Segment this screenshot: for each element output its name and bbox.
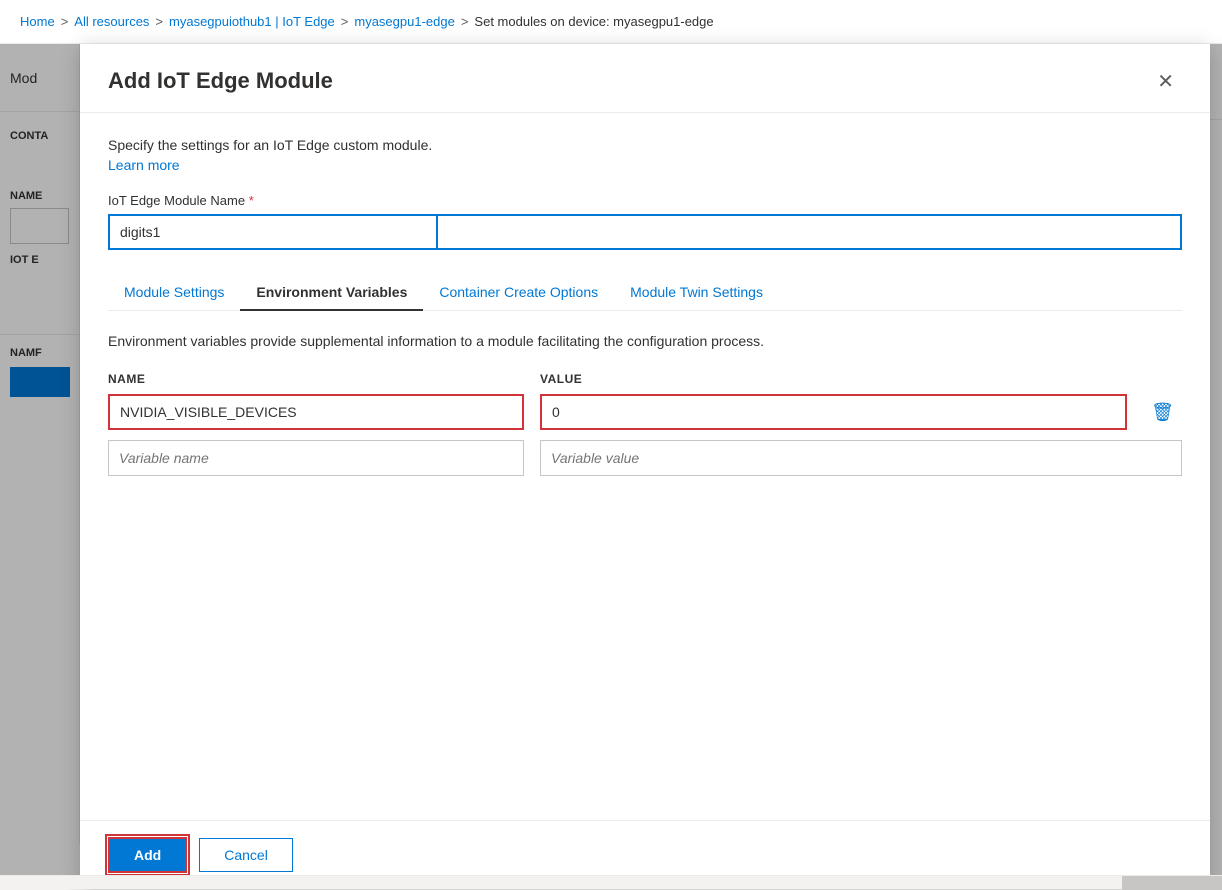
module-name-input[interactable] (108, 214, 438, 250)
env-value-input-1[interactable] (540, 394, 1127, 430)
breadcrumb-iothub[interactable]: myasegpuiothub1 | IoT Edge (169, 14, 335, 29)
breadcrumb-sep-3: > (341, 14, 349, 29)
env-value-column-header: VALUE (540, 372, 1182, 386)
breadcrumb-current: Set modules on device: myasegpu1-edge (474, 14, 713, 29)
env-row-2 (108, 440, 1182, 476)
env-row-1: 🗑 (108, 394, 1182, 430)
add-module-dialog: Add IoT Edge Module ✕ Specify the settin… (80, 44, 1210, 889)
env-name-column-header: NAME (108, 372, 524, 386)
add-button[interactable]: Add (108, 837, 187, 873)
tab-module-twin-settings[interactable]: Module Twin Settings (614, 274, 779, 310)
dialog-header: Add IoT Edge Module ✕ (80, 44, 1210, 113)
breadcrumb-home[interactable]: Home (20, 14, 55, 29)
tab-container-create-options[interactable]: Container Create Options (423, 274, 614, 310)
delete-icon: 🗑 (1151, 402, 1174, 423)
module-name-inputs (108, 214, 1182, 250)
dialog-title: Add IoT Edge Module (108, 68, 333, 94)
dialog-description: Specify the settings for an IoT Edge cus… (108, 137, 1182, 153)
breadcrumb-sep-4: > (461, 14, 469, 29)
learn-more-link[interactable]: Learn more (108, 157, 180, 173)
breadcrumb: Home > All resources > myasegpuiothub1 |… (0, 0, 1222, 44)
module-name-label: IoT Edge Module Name * (108, 193, 1182, 208)
breadcrumb-device[interactable]: myasegpu1-edge (354, 14, 454, 29)
env-vars-description: Environment variables provide supplement… (108, 331, 1182, 352)
tab-module-settings[interactable]: Module Settings (108, 274, 240, 310)
env-value-input-2[interactable] (540, 440, 1182, 476)
env-delete-button-1[interactable]: 🗑 (1143, 398, 1182, 427)
env-table-header: NAME VALUE (108, 372, 1182, 386)
module-url-input[interactable] (438, 214, 1182, 250)
tab-environment-variables[interactable]: Environment Variables (240, 274, 423, 310)
required-indicator: * (249, 193, 254, 208)
env-name-input-1[interactable] (108, 394, 524, 430)
env-name-input-2[interactable] (108, 440, 524, 476)
dialog-close-button[interactable]: ✕ (1149, 68, 1182, 96)
scrollbar-thumb[interactable] (1122, 876, 1222, 890)
dialog-tabs: Module Settings Environment Variables Co… (108, 274, 1182, 311)
breadcrumb-sep-1: > (61, 14, 69, 29)
cancel-button[interactable]: Cancel (199, 838, 293, 872)
breadcrumb-sep-2: > (155, 14, 163, 29)
horizontal-scrollbar[interactable] (0, 875, 1222, 889)
breadcrumb-all-resources[interactable]: All resources (74, 14, 149, 29)
env-vars-tab-content: Environment variables provide supplement… (108, 331, 1182, 476)
dialog-body: Specify the settings for an IoT Edge cus… (80, 113, 1210, 820)
